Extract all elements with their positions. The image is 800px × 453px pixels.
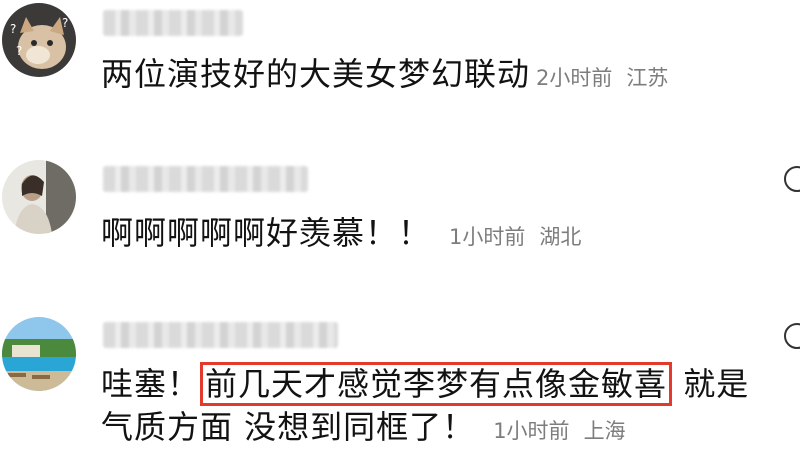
comment-text: 啊啊啊啊啊好羡慕！！ [101,214,432,252]
comment-text-line2: 气质方面 没想到同框了！ [101,408,476,446]
comment-meta: 1小时前 湖北 [449,225,581,249]
comment-location: 上海 [583,419,626,443]
username-blurred[interactable] [103,166,308,192]
comment-location: 江苏 [626,66,669,90]
comment-meta: 1小时前 上海 [493,419,625,443]
svg-text:?: ? [10,22,16,36]
username-blurred[interactable] [103,10,243,36]
svg-text:?: ? [16,44,22,58]
comment-time: 2小时前 [536,66,613,90]
avatar[interactable]: ? ? ? [2,3,76,77]
comment-meta: 2小时前 江苏 [536,66,668,90]
svg-text:?: ? [62,16,68,30]
avatar[interactable] [2,317,76,391]
comment-text-row: 两位演技好的大美女梦幻联动 2小时前 江苏 [101,52,668,100]
more-options-icon[interactable] [784,166,800,192]
highlighted-text: 前几天才感觉李梦有点像金敏喜 [200,362,673,406]
avatar[interactable] [2,160,76,234]
comment-text-prefix: 哇塞！ [101,365,201,403]
comment-text-row: 啊啊啊啊啊好羡慕！！ 1小时前 湖北 [101,211,581,259]
comment-text-row: 哇塞！ 前几天才感觉李梦有点像金敏喜 就是 [101,362,749,406]
more-options-icon[interactable] [784,323,800,349]
comment-text-row: 气质方面 没想到同框了！ 1小时前 上海 [101,405,626,453]
comment-text-suffix: 就是 [672,365,750,403]
comment-location: 湖北 [539,225,582,249]
username-blurred[interactable] [103,322,338,348]
comment-time: 1小时前 [493,419,570,443]
comment-text: 两位演技好的大美女梦幻联动 [101,55,531,93]
comment-time: 1小时前 [449,225,526,249]
